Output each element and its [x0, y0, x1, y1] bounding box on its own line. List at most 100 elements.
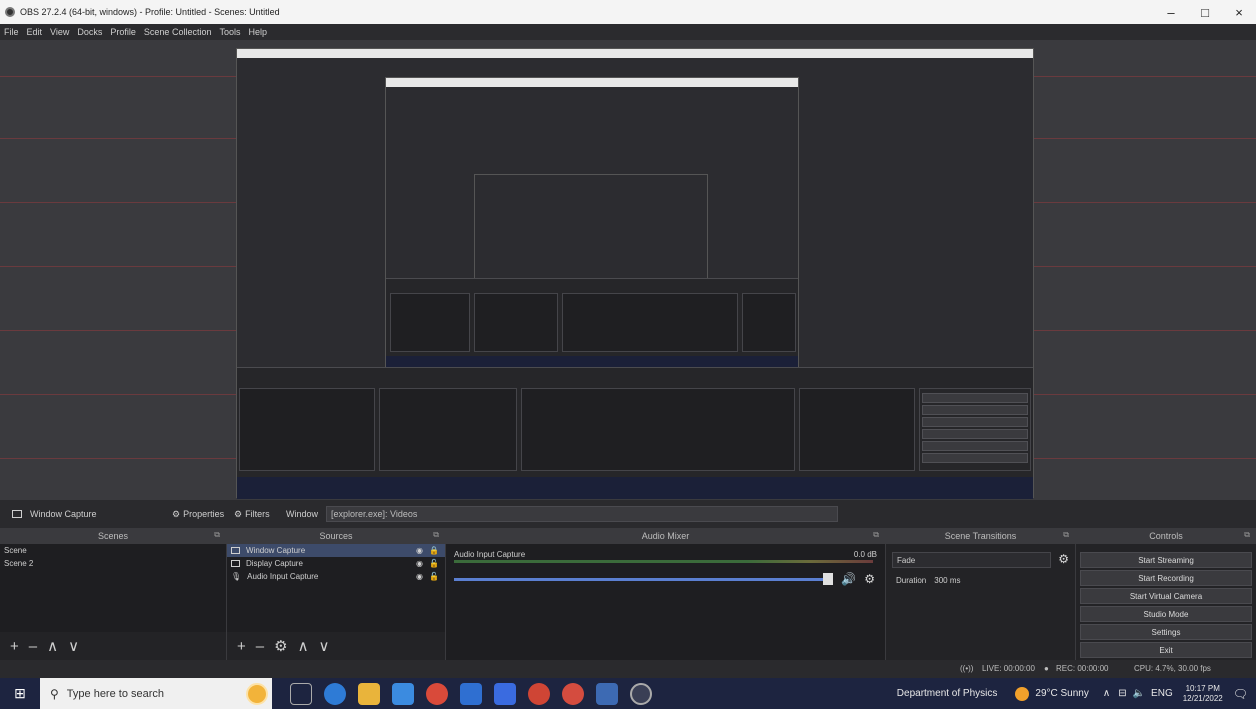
- chrome-icon[interactable]: [426, 682, 448, 705]
- settings-button[interactable]: Settings: [1080, 624, 1252, 640]
- volume-slider-handle[interactable]: [823, 573, 833, 585]
- obs-taskbar-icon[interactable]: [630, 682, 652, 705]
- nested-taskbar: [237, 477, 1033, 499]
- close-button[interactable]: ×: [1222, 0, 1256, 24]
- mail-icon[interactable]: [392, 682, 414, 705]
- nested-title-bar: [386, 78, 798, 87]
- dock-float-icon[interactable]: ⧉: [1244, 530, 1250, 540]
- minimize-button[interactable]: –: [1154, 0, 1188, 24]
- language-indicator[interactable]: ENG: [1151, 688, 1173, 699]
- dock-float-icon[interactable]: ⧉: [1063, 530, 1069, 540]
- menu-help[interactable]: Help: [248, 27, 267, 37]
- window-select[interactable]: [explorer.exe]: Videos: [326, 506, 839, 522]
- notification-icon[interactable]: 🗨: [1233, 687, 1248, 701]
- source-properties-button[interactable]: ⚙: [274, 637, 287, 655]
- exit-button[interactable]: Exit: [1080, 642, 1252, 658]
- scenes-footer: + – ∧ ∨: [0, 632, 226, 660]
- lock-icon[interactable]: 🔓: [429, 572, 439, 581]
- file-explorer-icon[interactable]: [358, 682, 380, 705]
- speaker-icon[interactable]: 🔊: [841, 572, 856, 586]
- calendar-icon[interactable]: [494, 682, 516, 705]
- sources-dock: Sources ⧉ Window Capture ◉ 🔒 Display Cap…: [227, 528, 446, 660]
- start-streaming-button[interactable]: Start Streaming: [1080, 552, 1252, 568]
- filters-button[interactable]: ⚙ Filters: [234, 509, 286, 520]
- dock-float-icon[interactable]: ⧉: [433, 530, 439, 540]
- edge-icon[interactable]: [324, 682, 346, 705]
- live-indicator-icon: ((•)): [960, 664, 974, 673]
- lock-icon[interactable]: 🔒: [429, 546, 439, 555]
- chrome-profile-icon[interactable]: [528, 682, 550, 705]
- scene-item[interactable]: Scene: [0, 544, 226, 557]
- location-label: Department of Physics: [896, 688, 998, 699]
- gear-icon[interactable]: ⚙: [1058, 552, 1069, 566]
- source-item[interactable]: Window Capture ◉ 🔒: [227, 544, 445, 557]
- properties-button[interactable]: ⚙ Properties: [172, 509, 234, 520]
- dock-float-icon[interactable]: ⧉: [873, 530, 879, 540]
- search-highlight-icon: [246, 683, 268, 705]
- nested-preview-2: [385, 77, 799, 368]
- search-placeholder: Type here to search: [66, 687, 165, 700]
- scene-item[interactable]: Scene 2: [0, 557, 226, 570]
- cpu-fps: CPU: 4.7%, 30.00 fps: [1134, 664, 1211, 673]
- app-icon[interactable]: [460, 682, 482, 705]
- status-bar: ((•)) LIVE: 00:00:00 ● REC: 00:00:00 CPU…: [0, 660, 1256, 678]
- menu-edit[interactable]: Edit: [27, 27, 43, 37]
- volume-slider[interactable]: [454, 578, 827, 581]
- obs-logo-icon: [5, 7, 15, 17]
- weather-icon[interactable]: [1015, 686, 1030, 701]
- move-down-button[interactable]: ∨: [68, 637, 79, 655]
- add-scene-button[interactable]: +: [10, 638, 19, 655]
- eye-icon[interactable]: ◉: [416, 546, 423, 555]
- properties-label: Properties: [183, 509, 225, 519]
- move-up-button[interactable]: ∧: [298, 637, 309, 655]
- mixer-icons: 🔊 ⚙: [841, 572, 875, 586]
- tray-overflow-icon[interactable]: ∧: [1103, 688, 1110, 699]
- task-view-icon[interactable]: [290, 682, 312, 705]
- nested-dock-area: [386, 278, 798, 368]
- menu-profile[interactable]: Profile: [110, 27, 136, 37]
- duration-input[interactable]: 300 ms: [934, 576, 960, 585]
- gear-icon[interactable]: ⚙: [864, 572, 875, 586]
- dock-float-icon[interactable]: ⧉: [214, 530, 220, 540]
- menu-docks[interactable]: Docks: [77, 27, 102, 37]
- volume-meter: [454, 560, 873, 563]
- scene-transitions-dock: Scene Transitions ⧉ Fade ⚙ Duration 300 …: [886, 528, 1076, 660]
- remove-source-button[interactable]: –: [256, 638, 264, 655]
- sources-header: Sources ⧉: [227, 528, 445, 544]
- menu-scene-collection[interactable]: Scene Collection: [144, 27, 212, 37]
- weather-text[interactable]: 29°C Sunny: [1035, 688, 1088, 699]
- windows-start-icon[interactable]: ⊞: [0, 678, 40, 709]
- sources-footer: + – ⚙ ∧ ∨: [227, 632, 445, 660]
- filters-label: Filters: [245, 509, 270, 519]
- chrome-profile-icon[interactable]: [562, 682, 584, 705]
- clock-time: 10:17 PM: [1185, 683, 1220, 693]
- menu-tools[interactable]: Tools: [219, 27, 240, 37]
- start-recording-button[interactable]: Start Recording: [1080, 570, 1252, 586]
- transition-select[interactable]: Fade: [892, 552, 1051, 568]
- photos-icon[interactable]: [596, 682, 618, 705]
- eye-icon[interactable]: ◉: [416, 572, 423, 581]
- volume-icon[interactable]: 🔈: [1133, 688, 1145, 699]
- menu-bar: File Edit View Docks Profile Scene Colle…: [0, 24, 1256, 40]
- taskbar-search[interactable]: ⚲ Type here to search: [40, 678, 272, 709]
- source-item[interactable]: 🎙 Audio Input Capture ◉ 🔓: [227, 570, 445, 583]
- preview-canvas[interactable]: [0, 40, 1256, 500]
- move-up-button[interactable]: ∧: [47, 637, 58, 655]
- scenes-header: Scenes ⧉: [0, 528, 226, 544]
- start-virtual-camera-button[interactable]: Start Virtual Camera: [1080, 588, 1252, 604]
- menu-file[interactable]: File: [4, 27, 19, 37]
- lock-icon[interactable]: 🔓: [429, 559, 439, 568]
- audio-mixer-dock: Audio Mixer ⧉ Audio Input Capture 0.0 dB…: [446, 528, 886, 660]
- transitions-header: Scene Transitions ⧉: [886, 528, 1075, 544]
- network-icon[interactable]: ⊟: [1118, 688, 1126, 699]
- remove-scene-button[interactable]: –: [29, 638, 37, 655]
- clock[interactable]: 10:17 PM 12/21/2022: [1183, 684, 1223, 704]
- menu-view[interactable]: View: [50, 27, 69, 37]
- mixer-db-value: 0.0 dB: [853, 550, 877, 559]
- studio-mode-button[interactable]: Studio Mode: [1080, 606, 1252, 622]
- add-source-button[interactable]: +: [237, 638, 246, 655]
- eye-icon[interactable]: ◉: [416, 559, 423, 568]
- source-item[interactable]: Display Capture ◉ 🔓: [227, 557, 445, 570]
- maximize-button[interactable]: □: [1188, 0, 1222, 24]
- move-down-button[interactable]: ∨: [319, 637, 330, 655]
